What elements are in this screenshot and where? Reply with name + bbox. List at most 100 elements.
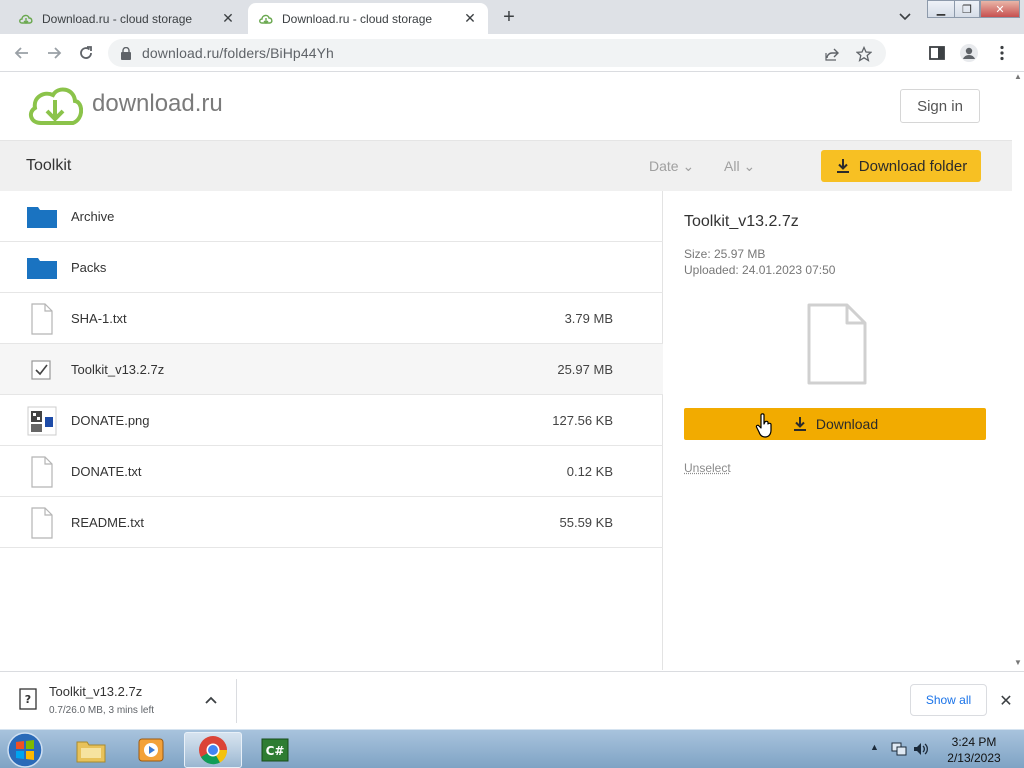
download-folder-button[interactable]: Download folder — [821, 150, 981, 182]
file-name: DONATE.txt — [71, 464, 142, 479]
address-bar[interactable]: download.ru/folders/BiHp44Yh — [108, 39, 886, 67]
list-item-folder[interactable]: Packs — [0, 242, 663, 293]
lock-icon[interactable] — [120, 47, 132, 60]
reload-icon[interactable] — [76, 43, 96, 63]
taskbar-csharp-app[interactable]: C# — [246, 732, 304, 768]
date-filter-dropdown[interactable]: Date ⌄ — [649, 158, 694, 175]
tab-strip: Download.ru - cloud storage ✕ Download.r… — [0, 0, 1024, 34]
file-size: 55.59 KB — [559, 515, 614, 530]
taskbar-media-player[interactable] — [122, 732, 180, 768]
browser-toolbar: download.ru/folders/BiHp44Yh — [0, 34, 1024, 72]
document-icon — [31, 507, 53, 539]
taskbar-chrome[interactable] — [184, 732, 242, 768]
back-icon[interactable] — [12, 43, 32, 63]
download-icon — [836, 159, 849, 173]
download-button[interactable]: Download — [684, 408, 986, 440]
list-item-file[interactable]: SHA-1.txt 3.79 MB — [0, 293, 663, 344]
folder-toolbar: Toolkit Date ⌄ All ⌄ Download folder — [0, 141, 1012, 191]
menu-icon[interactable] — [992, 43, 1012, 63]
image-thumbnail-icon — [27, 406, 57, 436]
download-folder-label: Download folder — [858, 157, 968, 175]
details-size: Size: 25.97 MB — [684, 247, 766, 261]
close-shelf-icon[interactable]: ✕ — [996, 691, 1016, 711]
folder-icon — [27, 207, 57, 228]
tab-active[interactable]: Download.ru - cloud storage ✕ — [248, 3, 488, 34]
unselect-link[interactable]: Unselect — [684, 461, 731, 475]
folder-explorer-icon — [76, 741, 106, 763]
sign-in-button[interactable]: Sign in — [900, 89, 980, 123]
checkbox-checked-icon[interactable] — [27, 354, 57, 386]
list-item-file[interactable]: DONATE.txt 0.12 KB — [0, 446, 663, 497]
file-name: Archive — [71, 209, 115, 224]
web-page: download.ru Sign in Toolkit Date ⌄ All ⌄… — [0, 72, 1024, 670]
media-player-icon — [138, 738, 164, 762]
volume-icon[interactable] — [912, 740, 930, 758]
date-filter-label: Date — [649, 158, 679, 174]
chevron-down-icon: ⌄ — [743, 158, 756, 174]
csharp-icon: C# — [261, 738, 289, 762]
forward-icon[interactable] — [44, 43, 64, 63]
download-icon — [793, 417, 806, 431]
side-panel-icon[interactable] — [927, 43, 947, 63]
start-button-icon[interactable] — [4, 731, 46, 768]
site-header: download.ru Sign in — [0, 72, 1012, 141]
cloud-download-icon — [259, 14, 273, 24]
brand-name[interactable]: download.ru — [92, 90, 223, 118]
file-size: 127.56 KB — [552, 413, 613, 428]
download-item[interactable]: Toolkit_v13.2.7z 0.7/26.0 MB, 3 mins lef… — [10, 676, 232, 726]
clock-date: 2/13/2023 — [947, 751, 1001, 765]
chevron-down-icon: ⌄ — [682, 158, 695, 174]
download-ru-logo-icon[interactable] — [27, 85, 83, 127]
network-icon[interactable] — [890, 740, 908, 758]
taskbar-explorer[interactable] — [62, 732, 120, 768]
document-icon — [31, 303, 53, 335]
hand-cursor-icon — [755, 413, 772, 438]
windows-taskbar: C# ▲ 3:24 PM 2/13/2023 — [0, 729, 1024, 768]
folder-title: Toolkit — [26, 157, 72, 174]
scrollbar[interactable]: ▲ ▼ — [1012, 72, 1024, 670]
scroll-down-icon[interactable]: ▼ — [1014, 658, 1022, 667]
system-clock[interactable]: 3:24 PM 2/13/2023 — [936, 734, 1012, 766]
download-label: Download — [815, 416, 879, 432]
shelf-divider — [236, 679, 237, 723]
file-name: Toolkit_v13.2.7z — [71, 362, 165, 377]
file-name: SHA-1.txt — [71, 311, 127, 326]
list-item-file[interactable]: README.txt 55.59 KB — [0, 497, 663, 548]
chevron-down-icon[interactable] — [895, 8, 915, 26]
file-name: DONATE.png — [71, 413, 150, 428]
file-name: Packs — [71, 260, 107, 275]
cloud-download-icon — [19, 14, 33, 24]
file-size: 0.12 KB — [566, 464, 613, 479]
document-icon — [31, 456, 53, 488]
close-tab-icon[interactable]: ✕ — [462, 10, 478, 27]
chrome-icon — [199, 736, 228, 765]
show-all-button[interactable]: Show all — [910, 684, 987, 716]
list-item-folder[interactable]: Archive — [0, 191, 663, 242]
restore-button[interactable]: ❐ — [954, 0, 980, 18]
list-item-selected[interactable]: Toolkit_v13.2.7z 25.97 MB — [0, 344, 663, 395]
tab-title: Download.ru - cloud storage — [282, 11, 433, 26]
star-icon[interactable] — [856, 46, 872, 62]
tab-inactive[interactable]: Download.ru - cloud storage ✕ — [8, 3, 246, 34]
type-filter-label: All — [724, 158, 740, 174]
svg-text:C#: C# — [266, 744, 285, 758]
file-size: 3.79 MB — [564, 311, 613, 326]
chevron-up-icon[interactable] — [203, 693, 219, 709]
details-file-title: Toolkit_v13.2.7z — [684, 213, 799, 230]
close-tab-icon[interactable]: ✕ — [220, 10, 236, 27]
tray-expand-icon[interactable]: ▲ — [870, 742, 879, 752]
folder-icon — [27, 258, 57, 279]
file-size: 25.97 MB — [557, 362, 613, 377]
scroll-up-icon[interactable]: ▲ — [1014, 72, 1022, 81]
profile-icon[interactable] — [959, 43, 979, 63]
details-uploaded: Uploaded: 24.01.2023 07:50 — [684, 263, 836, 277]
download-status: 0.7/26.0 MB, 3 mins left — [49, 705, 155, 716]
type-filter-dropdown[interactable]: All ⌄ — [724, 158, 755, 175]
share-icon[interactable] — [824, 46, 840, 62]
tab-title: Download.ru - cloud storage — [42, 11, 193, 26]
new-tab-button[interactable]: + — [498, 6, 520, 28]
close-window-button[interactable]: ✕ — [980, 0, 1020, 18]
minimize-button[interactable]: ▁ — [927, 0, 955, 18]
list-item-file[interactable]: DONATE.png 127.56 KB — [0, 395, 663, 446]
download-shelf: ? Toolkit_v13.2.7z 0.7/26.0 MB, 3 mins l… — [0, 671, 1024, 729]
